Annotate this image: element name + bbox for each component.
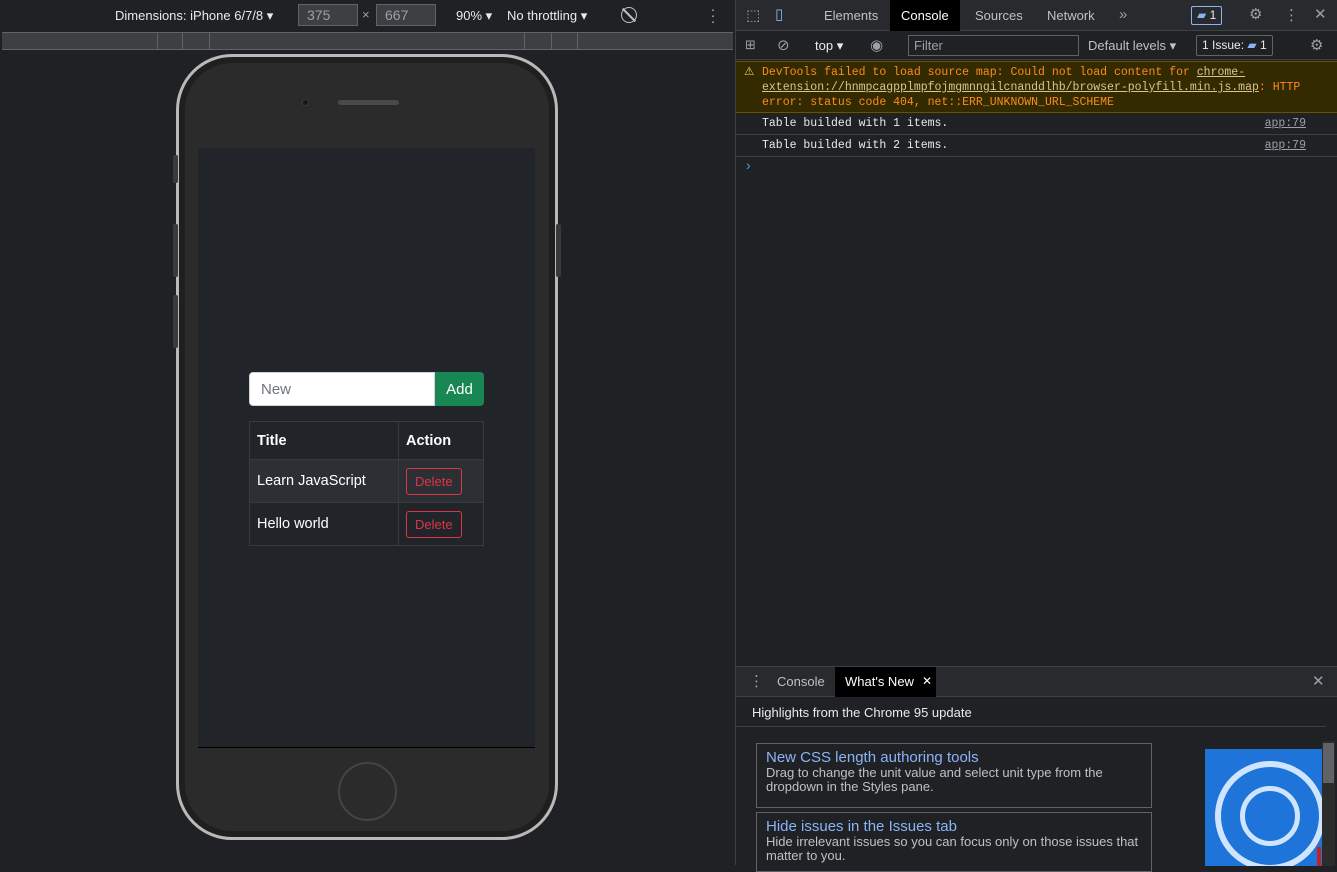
item-action-cell: Delete	[398, 459, 484, 503]
clear-console-icon[interactable]: ⊘	[777, 36, 790, 54]
issues-label: 1 Issue:	[1202, 38, 1245, 52]
dimension-separator: ×	[362, 7, 370, 22]
item-title: Learn JavaScript	[249, 459, 399, 503]
console-prompt-icon[interactable]: ›	[746, 157, 751, 173]
issues-badge[interactable]: 1 Issue: ▰ 1	[1196, 35, 1273, 56]
drawer-divider	[736, 726, 1326, 727]
issue-icon: ▰	[1247, 38, 1257, 52]
issues-count: 1	[1259, 38, 1267, 52]
log-levels-dropdown[interactable]: Default levels ▾	[1088, 38, 1176, 54]
console-settings-icon[interactable]: ⚙	[1310, 36, 1323, 54]
table-header-row: Title Action	[249, 421, 484, 460]
phone-volume-up	[173, 224, 178, 277]
zoom-label: 90%	[456, 8, 483, 23]
rotate-icon[interactable]	[621, 7, 637, 23]
warning-text-prefix: DevTools failed to load source map: Coul…	[762, 66, 1197, 79]
tab-console[interactable]: Console	[890, 0, 960, 31]
console-log-entry: Table builded with 1 items. app:79	[736, 114, 1337, 135]
log-source-link[interactable]: app:79	[1265, 117, 1306, 130]
devtools-drawer: ⋮ Console What's New ✕ ✕ Highlights from…	[736, 666, 1337, 872]
sidebar-toggle-icon[interactable]: ⊞	[745, 37, 756, 53]
devtools-tabbar: ⬚ ▯ Elements Console Sources Network » ▰…	[736, 0, 1337, 31]
item-action-cell: Delete	[398, 502, 484, 546]
media-query-ruler[interactable]	[2, 32, 733, 50]
feature-card[interactable]: New CSS length authoring tools Drag to c…	[756, 743, 1152, 808]
messages-count: 1	[1209, 8, 1217, 22]
close-tab-icon[interactable]: ✕	[922, 674, 932, 688]
console-warning: ⚠ DevTools failed to load source map: Co…	[736, 61, 1337, 113]
feature-card[interactable]: Hide issues in the Issues tab Hide irrel…	[756, 812, 1152, 872]
console-log-entry: Table builded with 2 items. app:79	[736, 136, 1337, 157]
drawer-tabbar: ⋮ Console What's New ✕ ✕	[736, 667, 1337, 697]
chrome-update-illustration	[1205, 749, 1322, 866]
close-devtools-icon[interactable]: ✕	[1314, 5, 1327, 23]
new-item-input[interactable]	[249, 372, 435, 406]
phone-mute-switch	[173, 155, 178, 183]
earpiece-speaker	[338, 100, 399, 105]
throttling-dropdown[interactable]: No throttling ▾	[507, 8, 587, 24]
device-toggle-icon[interactable]: ▯	[775, 5, 783, 23]
add-button[interactable]: Add	[435, 372, 484, 406]
log-text: Table builded with 2 items.	[762, 139, 949, 152]
drawer-tab-console[interactable]: Console	[767, 667, 835, 697]
context-selector[interactable]: top ▾	[815, 38, 843, 54]
tab-sources[interactable]: Sources	[964, 0, 1034, 31]
feature-title[interactable]: Hide issues in the Issues tab	[766, 818, 1142, 835]
log-source-link[interactable]: app:79	[1265, 139, 1306, 152]
feature-description: Drag to change the unit value and select…	[766, 765, 1103, 794]
whats-new-heading: Highlights from the Chrome 95 update	[752, 705, 972, 720]
context-label: top	[815, 38, 834, 53]
height-input[interactable]: 667	[376, 4, 436, 26]
devtools-panel: ⬚ ▯ Elements Console Sources Network » ▰…	[735, 0, 1337, 872]
drawer-menu-icon[interactable]: ⋮	[749, 672, 764, 690]
new-item-form: Add	[249, 372, 484, 406]
phone-power-button	[556, 224, 561, 277]
whats-new-label: What's New	[845, 674, 914, 689]
width-input[interactable]: 375	[298, 4, 358, 26]
device-toolbar: Dimensions: iPhone 6/7/8 ▾ 375 × 667 90%…	[0, 0, 735, 32]
inspect-element-icon[interactable]: ⬚	[746, 6, 760, 24]
console-toolbar: ⊞ ⊘ top ▾ ◉ Filter Default levels ▾ 1 Is…	[736, 32, 1337, 60]
front-camera	[302, 99, 309, 106]
more-tabs-icon[interactable]: »	[1119, 6, 1127, 23]
promo-accent	[1317, 847, 1321, 866]
settings-gear-icon[interactable]: ⚙	[1249, 5, 1262, 23]
items-table: Title Action Learn JavaScript Delete Hel…	[249, 421, 484, 546]
tab-elements[interactable]: Elements	[813, 0, 889, 31]
log-levels-label: Default levels	[1088, 38, 1167, 53]
title-column-header: Title	[249, 421, 399, 460]
drawer-tab-whats-new[interactable]: What's New	[835, 667, 936, 697]
device-dropdown[interactable]: Dimensions: iPhone 6/7/8 ▾	[115, 8, 273, 24]
device-emulation-pane: Dimensions: iPhone 6/7/8 ▾ 375 × 667 90%…	[0, 0, 735, 865]
item-title: Hello world	[249, 502, 399, 546]
feature-title[interactable]: New CSS length authoring tools	[766, 749, 1142, 766]
tab-network[interactable]: Network	[1036, 0, 1106, 31]
messages-badge[interactable]: ▰ 1	[1191, 6, 1223, 25]
customize-menu-icon[interactable]: ⋮	[1284, 6, 1299, 24]
feature-description: Hide irrelevant issues so you can focus …	[766, 834, 1139, 863]
delete-button[interactable]: Delete	[406, 467, 462, 495]
close-drawer-icon[interactable]: ✕	[1312, 672, 1325, 690]
drawer-scrollbar[interactable]	[1322, 741, 1335, 866]
delete-button[interactable]: Delete	[406, 510, 462, 538]
device-dropdown-label: Dimensions: iPhone 6/7/8	[115, 8, 264, 23]
live-expression-eye-icon[interactable]: ◉	[870, 36, 883, 54]
filter-input[interactable]: Filter	[908, 35, 1079, 56]
throttling-label: No throttling	[507, 8, 578, 23]
table-row: Hello world Delete	[249, 502, 484, 546]
log-text: Table builded with 1 items.	[762, 117, 949, 130]
table-row: Learn JavaScript Delete	[249, 459, 484, 503]
warning-icon: ⚠	[744, 66, 755, 79]
message-icon: ▰	[1197, 8, 1207, 22]
scrollbar-thumb[interactable]	[1323, 743, 1334, 783]
home-button	[338, 762, 397, 821]
phone-volume-down	[173, 295, 178, 348]
zoom-dropdown[interactable]: 90% ▾	[456, 8, 492, 24]
action-column-header: Action	[398, 421, 484, 460]
more-options-icon[interactable]: · · ·	[710, 2, 716, 28]
